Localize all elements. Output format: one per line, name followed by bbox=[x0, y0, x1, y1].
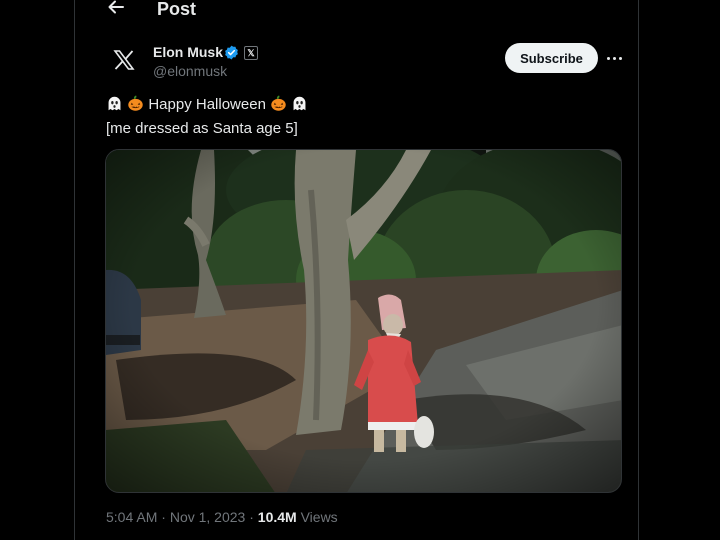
post-greeting-text: Happy Halloween bbox=[148, 96, 266, 113]
avatar[interactable] bbox=[105, 43, 143, 81]
more-options-icon[interactable] bbox=[605, 47, 623, 67]
x-affiliate-badge-icon[interactable]: 𝕏 bbox=[244, 46, 258, 60]
meta-separator: · bbox=[245, 509, 258, 525]
author-handle[interactable]: @elonmusk bbox=[153, 63, 227, 80]
meta-separator: · bbox=[157, 509, 170, 525]
subscribe-button[interactable]: Subscribe bbox=[505, 43, 598, 73]
jack-o-lantern-icon bbox=[128, 95, 143, 111]
post-column: Post Elon Musk 𝕏 @elonmusk Subscribe Hap… bbox=[74, 0, 639, 540]
x-logo-icon bbox=[113, 49, 135, 75]
post-text-line-1: Happy Halloween bbox=[106, 95, 308, 115]
post-text-line-2: [me dressed as Santa age 5] bbox=[106, 120, 298, 137]
ghost-icon bbox=[108, 96, 121, 111]
post-photo[interactable] bbox=[105, 149, 622, 493]
jack-o-lantern-icon bbox=[271, 95, 286, 111]
post-meta: 5:04 AM · Nov 1, 2023 · 10.4M Views bbox=[106, 508, 338, 526]
views-count: 10.4M bbox=[257, 509, 297, 525]
page-title: Post bbox=[157, 0, 197, 19]
post-date[interactable]: Nov 1, 2023 bbox=[170, 509, 246, 525]
views-label: Views bbox=[296, 509, 338, 525]
ghost-icon bbox=[293, 96, 306, 111]
arrow-left-icon[interactable] bbox=[107, 0, 127, 16]
verified-badge-icon bbox=[224, 45, 239, 60]
post-header: Post bbox=[75, 0, 638, 22]
post-time[interactable]: 5:04 AM bbox=[106, 509, 157, 525]
author-name[interactable]: Elon Musk bbox=[153, 44, 223, 61]
